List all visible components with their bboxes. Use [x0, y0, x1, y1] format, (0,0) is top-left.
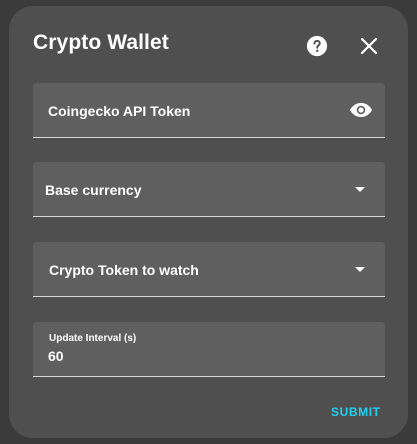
crypto-wallet-dialog: Crypto Wallet Coingecko API Token Base c… — [9, 6, 408, 438]
chevron-down-icon — [353, 184, 367, 194]
eye-icon[interactable] — [349, 99, 373, 121]
dialog-title: Crypto Wallet — [33, 31, 169, 54]
submit-button[interactable]: SUBMIT — [331, 405, 381, 419]
crypto-token-label: Crypto Token to watch — [49, 262, 199, 278]
crypto-token-select[interactable]: Crypto Token to watch — [33, 242, 385, 297]
base-currency-label: Base currency — [45, 182, 142, 198]
help-button[interactable] — [305, 34, 329, 58]
close-button[interactable] — [357, 34, 381, 58]
api-token-label: Coingecko API Token — [48, 103, 191, 119]
base-currency-select[interactable]: Base currency — [33, 162, 385, 217]
close-icon — [360, 37, 378, 55]
api-token-field[interactable]: Coingecko API Token — [33, 83, 385, 138]
chevron-down-icon — [353, 264, 367, 274]
update-interval-value[interactable]: 60 — [48, 348, 64, 364]
update-interval-field[interactable]: Update Interval (s) 60 — [33, 322, 385, 377]
update-interval-label: Update Interval (s) — [49, 333, 137, 344]
help-circle-icon — [306, 35, 328, 57]
